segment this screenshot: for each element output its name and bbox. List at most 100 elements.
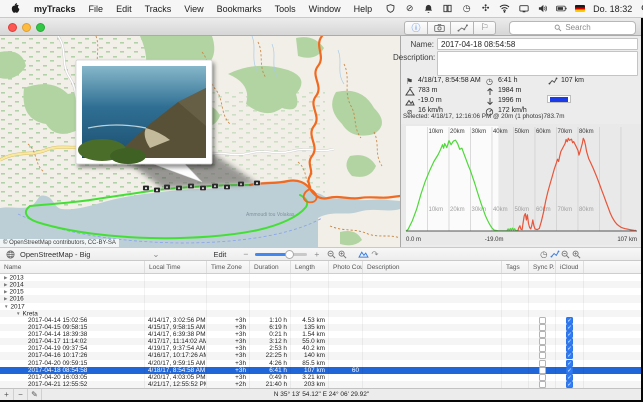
track-row[interactable]: 2017-04-14 15:02:564/14/17, 3:02:56 PM+3… [0,317,643,324]
sync-checkbox[interactable] [539,331,546,338]
menu-bookmarks[interactable]: Bookmarks [217,4,262,14]
chart-zoom-in-icon[interactable] [571,248,582,260]
map-view[interactable]: Ammoudi tou Volakas © OpenStreetMap cont… [0,36,400,247]
disclosure-triangle[interactable]: ▼ [16,311,20,316]
rotate-reset-icon[interactable]: ↷ [369,248,380,260]
column-header-icloud[interactable]: iCloud [556,261,584,273]
track-row[interactable]: 2017-04-20 16:03:054/20/17, 4:03:05 PM+3… [0,374,643,381]
menubar-clock[interactable]: Do. 18:32 [593,4,632,14]
sync-checkbox[interactable] [539,381,546,388]
menu-tools[interactable]: Tools [275,4,296,14]
disclosure-triangle[interactable]: ▶ [4,289,7,294]
sync-checkbox[interactable] [539,367,546,374]
icloud-checkbox[interactable]: ✓ [566,338,573,345]
menu-view[interactable]: View [184,4,203,14]
sync-checkbox[interactable] [539,317,546,324]
group-row[interactable]: ▼2017 [0,303,643,310]
profile-toggle-icon[interactable] [358,248,369,260]
column-header-tags[interactable]: Tags [502,261,529,273]
menu-mytracks[interactable]: myTracks [34,4,76,14]
menu-edit[interactable]: Edit [116,4,132,14]
icloud-checkbox[interactable]: ✓ [566,331,573,338]
apple-menu-icon[interactable] [10,3,21,15]
camera-button[interactable] [427,21,450,35]
track-row[interactable]: 2017-04-19 09:37:544/19/17, 9:37:54 AM+3… [0,345,643,352]
icloud-checkbox[interactable]: ✓ [566,374,573,381]
chart-time-icon[interactable]: ◷ [538,248,549,260]
track-name-field[interactable]: 2017-04-18 08:54:58 [437,38,638,50]
icloud-checkbox[interactable]: ✓ [566,381,573,388]
icloud-checkbox[interactable]: ✓ [566,345,573,352]
sync-checkbox[interactable] [539,324,546,331]
map-zoom-in-icon[interactable] [337,248,348,260]
chart-distance-icon[interactable] [549,248,560,260]
map-zoom-slider[interactable] [255,253,307,256]
elevation-chart[interactable]: 10km10km20km20km30km30km40km40km50km50km… [401,124,643,245]
zoom-slider-plus[interactable]: + [311,248,322,260]
icloud-checkbox[interactable]: ✓ [566,324,573,331]
column-header-len[interactable]: Length [291,261,329,273]
column-header-desc[interactable]: Description [363,261,502,273]
wifi-icon[interactable] [499,3,510,15]
sync-checkbox[interactable] [539,360,546,367]
track-row[interactable]: 2017-04-20 09:59:154/20/17, 9:59:15 AM+3… [0,360,643,367]
icloud-checkbox[interactable]: ✓ [566,317,573,324]
minimize-window-button[interactable] [22,23,31,32]
track-row[interactable]: 2017-04-17 11:14:024/17/17, 11:14:02 AM+… [0,338,643,345]
info-button[interactable]: ⓘ [404,21,427,35]
track-row[interactable]: 2017-04-18 08:54:584/18/17, 8:54:58 AM+3… [0,367,643,374]
column-header-sync[interactable]: Sync P... [529,261,556,273]
split-track-button[interactable] [450,21,473,35]
waypoint-flag-button[interactable]: ⚐ [473,21,496,35]
dnd-icon[interactable]: ⊘ [404,3,415,15]
keyboard-layout-de-flag-icon[interactable] [575,5,585,12]
battery-icon[interactable] [556,3,567,15]
map-zoom-out-icon[interactable] [326,248,337,260]
column-header-local[interactable]: Local Time [145,261,207,273]
group-row[interactable]: ▶2015 [0,288,643,295]
sync-checkbox[interactable] [539,352,546,359]
menu-window[interactable]: Window [309,4,341,14]
shield-icon[interactable] [385,3,396,15]
disclosure-triangle[interactable]: ▶ [4,296,7,301]
fan-icon[interactable]: ✣ [480,3,491,15]
track-row[interactable]: 2017-04-16 10:17:264/16/17, 10:17:26 AM+… [0,352,643,359]
edit-mode-label[interactable]: Edit [213,250,226,259]
menu-tracks[interactable]: Tracks [145,4,172,14]
group-row[interactable]: ▶2013 [0,274,643,281]
disclosure-triangle[interactable]: ▶ [4,282,7,287]
disclosure-triangle[interactable]: ▶ [4,275,7,280]
track-row[interactable]: 2017-04-21 12:55:524/21/17, 12:55:52 PM+… [0,381,643,388]
chart-zoom-out-icon[interactable] [560,248,571,260]
track-row[interactable]: 2017-04-14 18:39:384/14/17, 6:39:38 PM+3… [0,331,643,338]
display-icon[interactable] [518,3,529,15]
close-window-button[interactable] [8,23,17,32]
map-provider-select[interactable]: OpenStreetMap - Big [20,250,90,259]
column-header-tz[interactable]: Time Zone [207,261,250,273]
disclosure-triangle[interactable]: ▼ [4,304,8,309]
sync-checkbox[interactable] [539,338,546,345]
icloud-checkbox[interactable]: ✓ [566,352,573,359]
icloud-checkbox[interactable]: ✓ [566,360,573,367]
group-row[interactable]: ▼Kreta [0,310,643,317]
book-icon[interactable] [442,3,453,15]
column-header-dur[interactable]: Duration [250,261,291,273]
menu-file[interactable]: File [89,4,104,14]
track-color-well[interactable] [547,95,571,103]
track-row[interactable]: 2017-04-15 09:58:154/15/17, 9:58:15 AM+3… [0,324,643,331]
bell-icon[interactable] [423,3,434,15]
zoom-window-button[interactable] [36,23,45,32]
chevron-down-icon[interactable]: ⌄ [150,248,161,260]
timer-icon[interactable]: ◷ [461,3,472,15]
description-field[interactable] [437,51,638,76]
group-row[interactable]: ▶2014 [0,281,643,288]
sync-checkbox[interactable] [539,374,546,381]
popup-photo[interactable] [78,66,206,164]
menu-help[interactable]: Help [354,4,373,14]
column-header-photos[interactable]: Photo Count [329,261,363,273]
zoom-slider-minus[interactable]: − [240,248,251,260]
volume-icon[interactable] [537,3,548,15]
sync-checkbox[interactable] [539,345,546,352]
column-header-name[interactable]: Name [0,261,145,273]
icloud-checkbox[interactable]: ✓ [566,367,573,374]
